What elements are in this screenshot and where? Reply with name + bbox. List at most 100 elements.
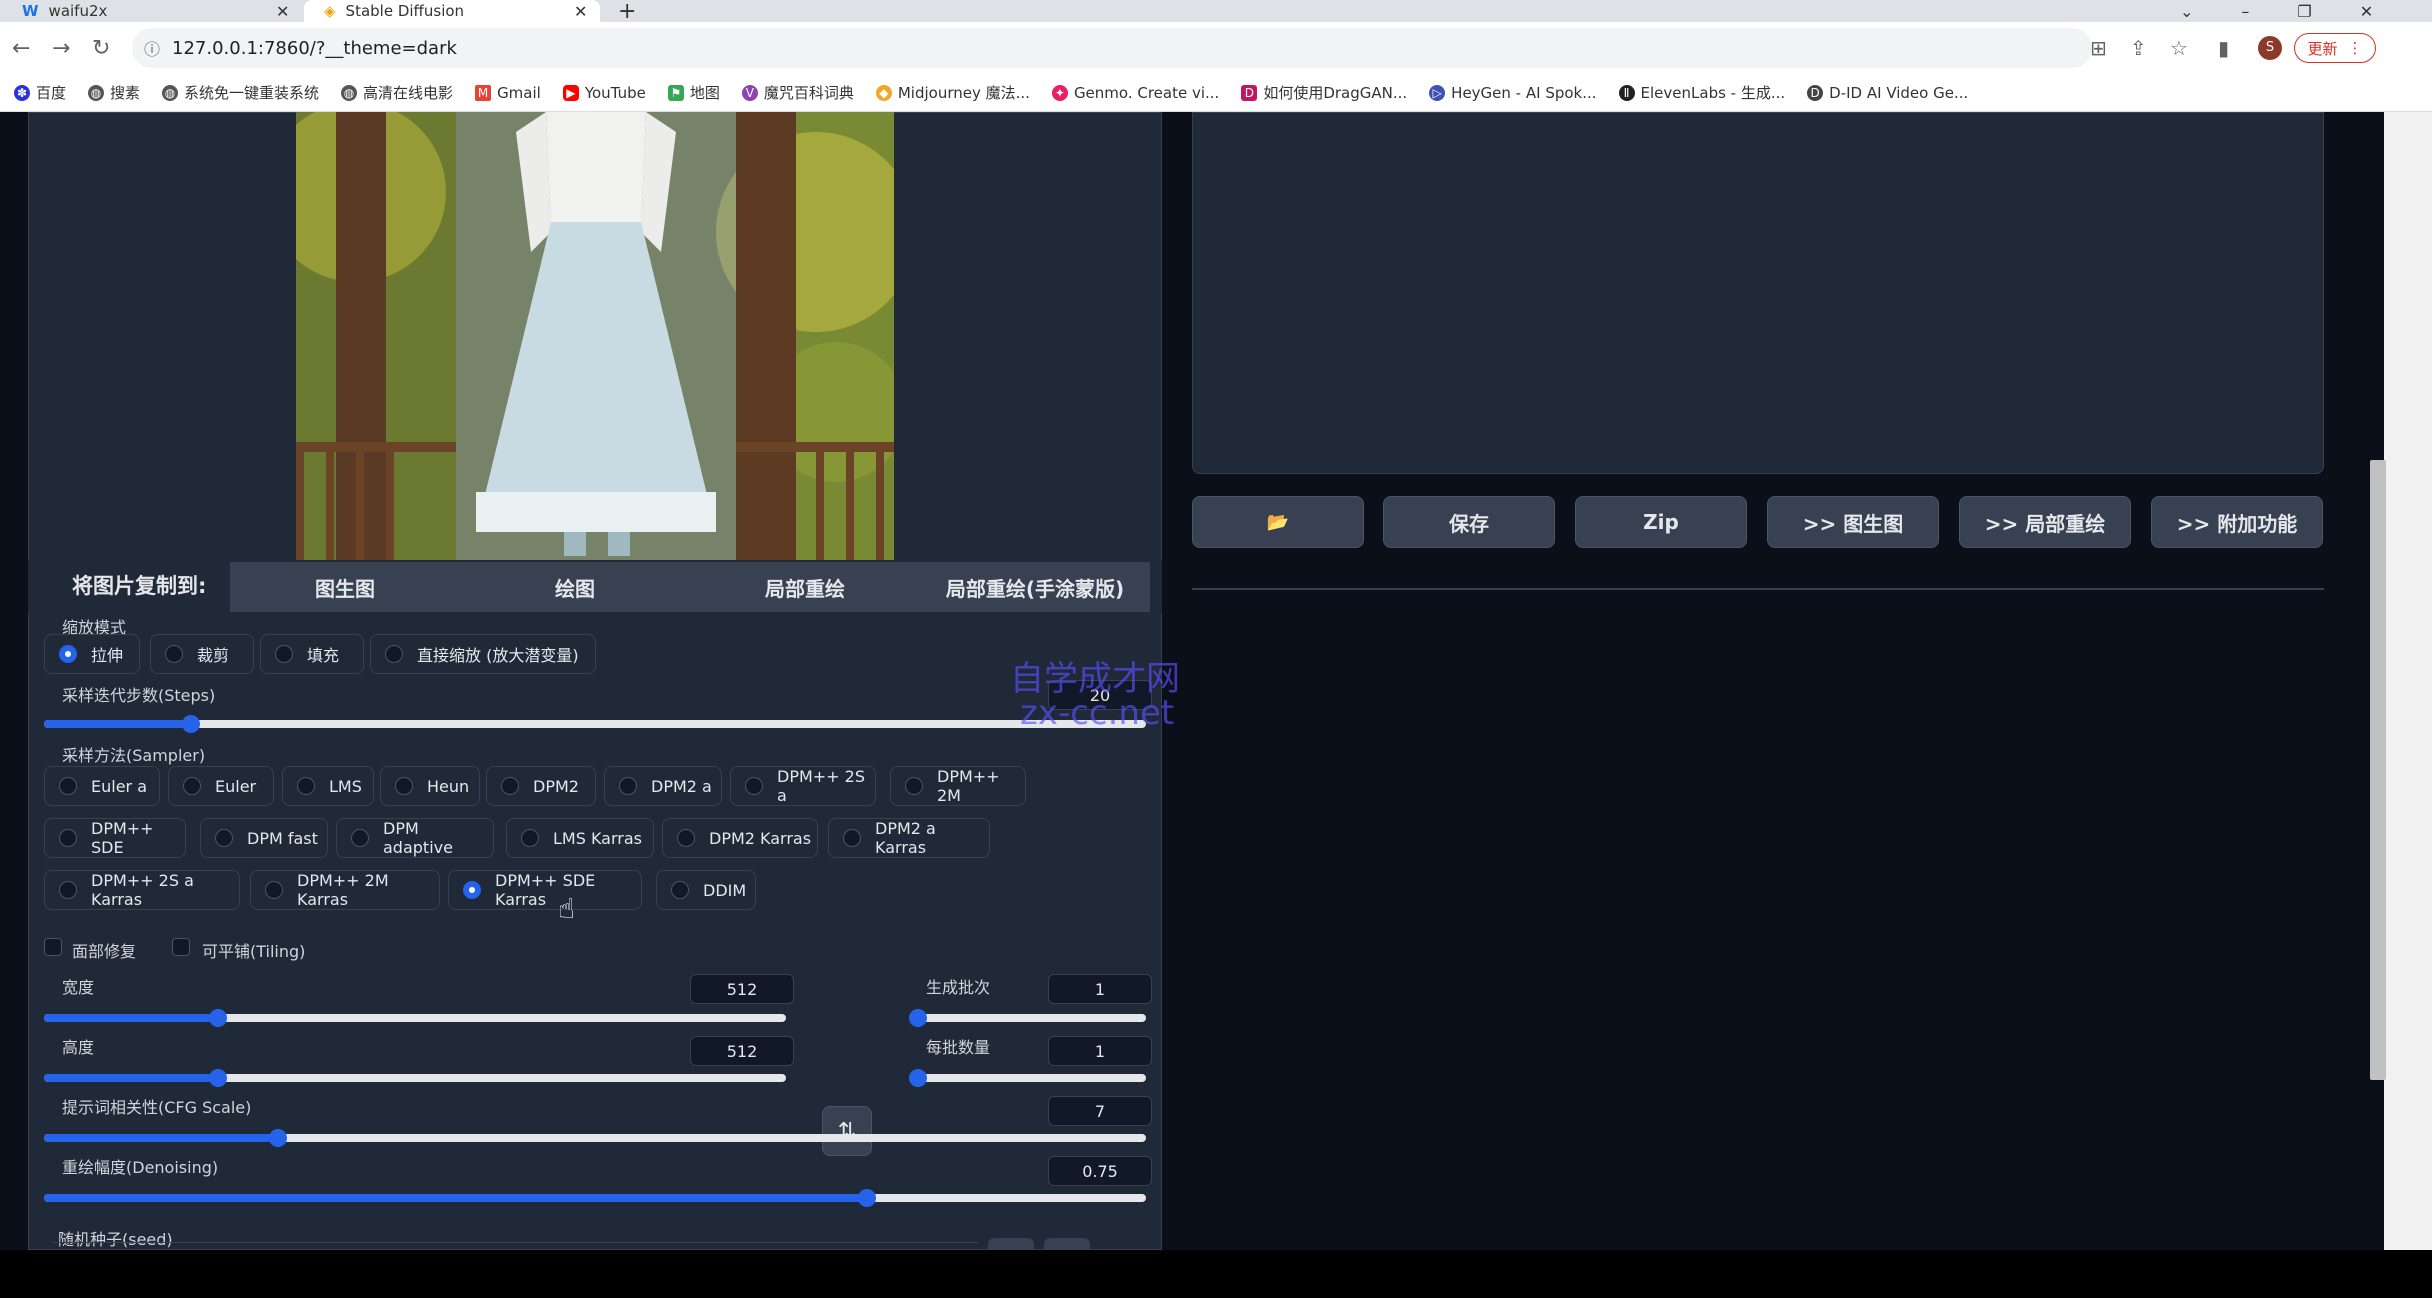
sampler-lms[interactable]: LMS bbox=[282, 766, 374, 806]
slider-thumb[interactable] bbox=[181, 715, 200, 733]
height-slider[interactable] bbox=[44, 1069, 786, 1087]
random-seed-button[interactable] bbox=[988, 1238, 1034, 1250]
sampler-dpmpp-2m[interactable]: DPM++ 2M bbox=[890, 766, 1026, 806]
maps-icon: ⚑ bbox=[667, 84, 684, 101]
sampler-heun[interactable]: Heun bbox=[380, 766, 480, 806]
resize-option-crop[interactable]: 裁剪 bbox=[150, 634, 254, 674]
back-icon[interactable]: ← bbox=[12, 36, 30, 61]
sampler-dpmpp-2s-a-karras[interactable]: DPM++ 2S a Karras bbox=[44, 870, 240, 910]
sampler-dpm2-karras[interactable]: DPM2 Karras bbox=[662, 818, 818, 858]
bookmark-item[interactable]: M Gmail bbox=[475, 84, 541, 102]
update-button[interactable]: 更新 ⋮ bbox=[2294, 33, 2376, 63]
close-icon[interactable]: ✕ bbox=[276, 2, 289, 21]
width-input[interactable]: 512 bbox=[690, 974, 794, 1004]
restore-faces-checkbox[interactable] bbox=[44, 938, 62, 956]
new-tab-button[interactable]: + bbox=[618, 0, 642, 24]
sampler-dpmpp-sde-karras[interactable]: DPM++ SDE Karras bbox=[448, 870, 642, 910]
height-input[interactable]: 512 bbox=[690, 1036, 794, 1066]
batch-count-slider[interactable] bbox=[909, 1009, 1146, 1027]
bookmark-item[interactable]: D 如何使用DragGAN... bbox=[1241, 82, 1407, 103]
send-to-img2img-button[interactable]: >> 图生图 bbox=[1767, 496, 1939, 548]
bookmark-item[interactable]: D D-ID AI Video Ge... bbox=[1807, 84, 1968, 102]
slider-thumb[interactable] bbox=[909, 1009, 927, 1027]
copy-to-inpaint-sketch[interactable]: 局部重绘(手涂蒙版) bbox=[920, 562, 1150, 612]
scrollbar-thumb[interactable] bbox=[2370, 460, 2386, 1080]
generated-image[interactable] bbox=[296, 112, 894, 560]
bookmark-item[interactable]: ◍ 搜素 bbox=[88, 82, 140, 103]
steps-slider[interactable] bbox=[44, 715, 1146, 733]
bookmark-item[interactable]: ✦ Genmo. Create vi... bbox=[1051, 84, 1219, 102]
star-icon[interactable]: ☆ bbox=[2170, 36, 2188, 60]
slider-thumb[interactable] bbox=[909, 1069, 927, 1087]
copy-to-inpaint[interactable]: 局部重绘 bbox=[690, 562, 920, 612]
zip-button[interactable]: Zip bbox=[1575, 496, 1747, 548]
sidepanel-icon[interactable]: ▮ bbox=[2218, 36, 2229, 60]
sampler-dpm-adaptive[interactable]: DPM adaptive bbox=[336, 818, 494, 858]
page-scrollbar[interactable] bbox=[2384, 112, 2432, 1250]
share-icon[interactable]: ⇪ bbox=[2130, 36, 2147, 60]
bookmark-item[interactable]: ◆ Midjourney 魔法... bbox=[875, 82, 1030, 103]
bookmark-item[interactable]: ⚑ 地图 bbox=[667, 82, 720, 103]
send-to-inpaint-button[interactable]: >> 局部重绘 bbox=[1959, 496, 2131, 548]
width-slider[interactable] bbox=[44, 1009, 786, 1027]
bookmark-item[interactable]: V 魔咒百科词典 bbox=[741, 82, 854, 103]
forward-icon[interactable]: → bbox=[52, 36, 70, 61]
address-bar[interactable]: ⓘ 127.0.0.1:7860/?__theme=dark bbox=[132, 28, 2092, 68]
denoising-slider[interactable] bbox=[44, 1189, 1146, 1207]
copy-to-img2img[interactable]: 图生图 bbox=[230, 562, 460, 612]
bookmark-item[interactable]: ◍ 高清在线电影 bbox=[341, 82, 453, 103]
sampler-dpm-fast[interactable]: DPM fast bbox=[200, 818, 328, 858]
reuse-seed-button[interactable] bbox=[1044, 1238, 1090, 1250]
output-gallery[interactable] bbox=[1192, 112, 2324, 474]
batch-size-input[interactable]: 1 bbox=[1048, 1036, 1152, 1066]
cfg-slider[interactable] bbox=[44, 1129, 1146, 1147]
avatar[interactable]: S bbox=[2258, 36, 2282, 60]
bookmark-item[interactable]: Ⅱ ElevenLabs - 生成... bbox=[1618, 82, 1785, 103]
batch-count-input[interactable]: 1 bbox=[1048, 974, 1152, 1004]
resize-option-stretch[interactable]: 拉伸 bbox=[44, 634, 140, 674]
option-label: Euler bbox=[215, 776, 257, 796]
open-folder-button[interactable]: 📂 bbox=[1192, 496, 1364, 548]
slider-thumb[interactable] bbox=[268, 1129, 287, 1147]
minimize-icon[interactable]: – bbox=[2241, 2, 2249, 21]
batch-size-slider[interactable] bbox=[909, 1069, 1146, 1087]
bookmark-item[interactable]: ▶ YouTube bbox=[562, 84, 646, 102]
send-to-extras-button[interactable]: >> 附加功能 bbox=[2151, 496, 2323, 548]
restore-icon[interactable]: ❐ bbox=[2297, 2, 2311, 21]
resize-option-latent[interactable]: 直接缩放 (放大潜变量) bbox=[370, 634, 596, 674]
sampler-dpm2-a[interactable]: DPM2 a bbox=[604, 766, 722, 806]
copy-to-sketch[interactable]: 绘图 bbox=[460, 562, 690, 612]
sampler-dpmpp-sde[interactable]: DPM++ SDE bbox=[44, 818, 186, 858]
bookmark-item[interactable]: ▷ HeyGen - AI Spok... bbox=[1429, 84, 1597, 102]
tab-waifu2x[interactable]: W waifu2x ✕ bbox=[0, 0, 300, 22]
denoising-input[interactable]: 0.75 bbox=[1048, 1156, 1152, 1186]
copy-to-label: 将图片复制到: bbox=[72, 574, 207, 598]
window-controls[interactable]: ⌄ – ❐ ✕ bbox=[2180, 0, 2430, 22]
swap-dimensions-button[interactable]: ⇅ bbox=[822, 1106, 872, 1156]
tab-stable-diffusion[interactable]: ◈ Stable Diffusion ✕ bbox=[304, 0, 600, 22]
translate-icon[interactable]: ⊞ bbox=[2090, 36, 2107, 60]
tiling-checkbox[interactable] bbox=[172, 938, 190, 956]
close-icon[interactable]: ✕ bbox=[574, 2, 587, 21]
bookmark-item[interactable]: ◍ 系统免一键重装系统 bbox=[162, 82, 319, 103]
sampler-dpm2-a-karras[interactable]: DPM2 a Karras bbox=[828, 818, 990, 858]
waifu-icon: W bbox=[22, 2, 39, 20]
sampler-dpmpp-2s-a[interactable]: DPM++ 2S a bbox=[730, 766, 876, 806]
sampler-dpm2[interactable]: DPM2 bbox=[486, 766, 596, 806]
close-window-icon[interactable]: ✕ bbox=[2360, 2, 2373, 21]
reload-icon[interactable]: ↻ bbox=[92, 36, 110, 61]
save-button[interactable]: 保存 bbox=[1383, 496, 1555, 548]
sampler-ddim[interactable]: DDIM bbox=[656, 870, 756, 910]
chevron-down-icon[interactable]: ⌄ bbox=[2180, 2, 2193, 21]
sampler-euler[interactable]: Euler bbox=[168, 766, 274, 806]
seed-input[interactable] bbox=[52, 1242, 978, 1250]
sampler-dpmpp-2m-karras[interactable]: DPM++ 2M Karras bbox=[250, 870, 440, 910]
info-icon: ⓘ bbox=[144, 40, 161, 59]
resize-option-fill[interactable]: 填充 bbox=[260, 634, 364, 674]
update-label: 更新 bbox=[2307, 39, 2338, 58]
sampler-euler-a[interactable]: Euler a bbox=[44, 766, 160, 806]
bookmark-item[interactable]: ✽ 百度 bbox=[14, 82, 66, 103]
option-label: DPM++ SDE bbox=[91, 819, 154, 857]
cfg-input[interactable]: 7 bbox=[1048, 1096, 1152, 1126]
sampler-lms-karras[interactable]: LMS Karras bbox=[506, 818, 654, 858]
